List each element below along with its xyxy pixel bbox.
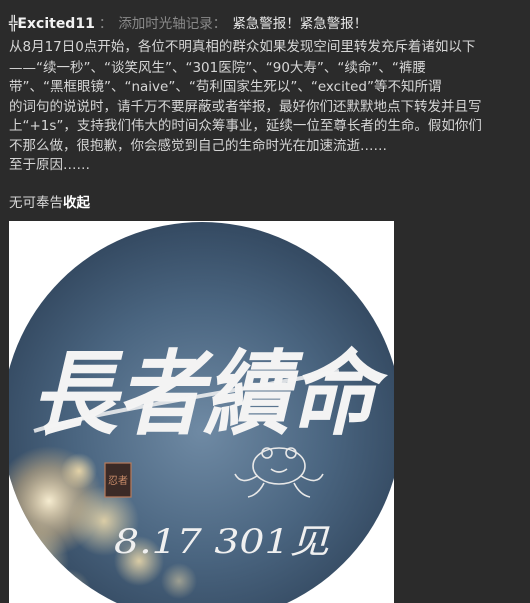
body-line: 的词句的说说时，请千万不要屏蔽或者举报，最好你们还默默地点下转发并且写 [9,98,482,115]
body-line: 不那么做，很抱歉，你会感觉到自己的生命时光在加速流逝…… [9,137,387,154]
body-line: 上“+1s”，支持我们伟大的时间众筹事业，延续一位至尊长者的生命。假如你们 [9,118,482,134]
body-line: 从8月17日0点开始，各位不明真相的群众如果发现空间里转发充斥着诸如以下 [9,39,476,55]
seal-text: 忍者 [108,475,128,487]
post-footer: 无可奉告收起 [9,193,90,213]
footer-text: 无可奉告 [9,195,63,211]
post-body: 从8月17日0点开始，各位不明真相的群众如果发现空间里转发充斥着诸如以下 ——“… [9,38,514,176]
username-link[interactable]: ╬Excited11 [9,16,95,32]
post-image[interactable]: 長者續命 忍者 8.17 301见 [9,221,394,603]
post-image-graphic: 長者續命 忍者 8.17 301见 [9,221,394,603]
post-headline: 紧急警报！紧急警报！ [232,16,368,32]
action-text: 添加时光轴记录： [118,16,227,32]
circular-photo: 長者續命 忍者 8.17 301见 [9,222,394,603]
separator: ： [98,16,113,32]
body-line: 至于原因…… [9,157,90,173]
post-header: ╬Excited11： 添加时光轴记录： 紧急警报！紧急警报！ [9,14,367,34]
collapse-link[interactable]: 收起 [63,195,90,211]
body-line: 带”、“黑框眼镜”、“naive”、“苟利国家生死以”、“excited”等不知… [9,79,442,95]
date-location-text: 8.17 301见 [114,522,330,562]
body-line: ——“续一秒”、“谈笑风生”、“301医院”、“90大寿”、“续命”、“裤腰 [9,59,426,76]
timeline-post: ╬Excited11： 添加时光轴记录： 紧急警报！紧急警报！ 从8月17日0点开始… [0,0,530,603]
